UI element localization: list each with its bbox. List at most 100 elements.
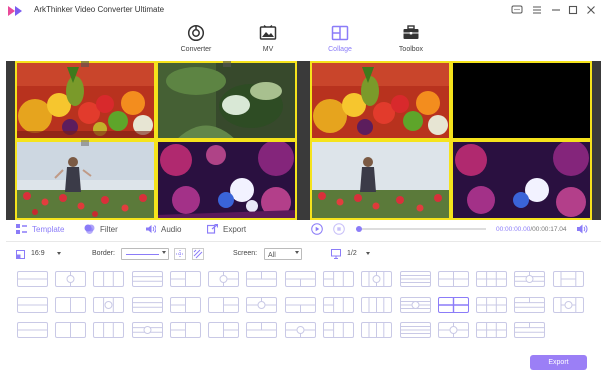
template-thumbnail[interactable] — [400, 297, 431, 313]
template-layout-icon — [515, 272, 544, 283]
cell-handle-icon[interactable] — [81, 140, 89, 146]
screen-select[interactable]: All — [264, 248, 302, 260]
time-current: 00:00:00.00 — [496, 226, 531, 233]
nav-collage[interactable]: Collage — [310, 24, 370, 60]
template-layout-icon — [70, 323, 71, 337]
template-thumbnail[interactable] — [132, 271, 163, 287]
cell-handle-icon[interactable] — [223, 61, 231, 67]
template-layout-icon — [401, 301, 430, 309]
template-thumbnail[interactable] — [170, 297, 201, 313]
border-select[interactable] — [121, 248, 169, 260]
template-layout-icon — [515, 323, 544, 333]
template-thumbnail[interactable] — [170, 271, 201, 287]
minimize-icon[interactable] — [549, 3, 563, 17]
template-thumbnail[interactable] — [17, 271, 48, 287]
maximize-icon[interactable] — [566, 3, 580, 17]
template-layout-icon — [515, 298, 544, 308]
collage-icon — [331, 25, 349, 41]
template-thumbnail[interactable] — [285, 297, 316, 313]
template-thumbnail[interactable] — [246, 322, 277, 338]
template-layout-icon — [66, 272, 75, 286]
template-thumbnail[interactable] — [285, 322, 316, 338]
border-pattern-icon[interactable] — [192, 248, 204, 260]
template-layout-icon — [247, 298, 276, 309]
progress-track[interactable] — [356, 226, 486, 232]
template-thumbnail[interactable] — [323, 322, 354, 338]
template-thumbnail[interactable] — [208, 271, 239, 287]
tool-divider — [6, 241, 601, 242]
feedback-icon[interactable] — [510, 3, 524, 17]
collage-cell-leaf[interactable] — [156, 61, 297, 140]
stop-icon[interactable] — [333, 223, 345, 235]
collage-cell-fantasy[interactable] — [156, 140, 297, 220]
collage-cell-fruit[interactable] — [15, 61, 156, 140]
template-thumbnail[interactable] — [93, 297, 124, 313]
template-thumbnail[interactable] — [476, 271, 507, 287]
template-thumbnail[interactable] — [55, 271, 86, 287]
template-thumbnail[interactable] — [132, 322, 163, 338]
template-thumbnail[interactable] — [361, 297, 392, 313]
nav-toolbox[interactable]: Toolbox — [381, 24, 441, 60]
audio-icon — [146, 225, 157, 233]
converter-icon — [187, 24, 205, 42]
template-thumbnail[interactable] — [208, 297, 239, 313]
page-caret-icon[interactable] — [366, 252, 370, 255]
export-button[interactable]: Export — [530, 355, 587, 370]
girl-preview-image — [310, 140, 451, 220]
nav-mv[interactable]: MV — [238, 24, 298, 60]
template-layout-icon — [103, 298, 114, 312]
close-icon[interactable] — [584, 3, 598, 17]
template-thumbnail-selected[interactable] — [438, 297, 469, 313]
ratio-value[interactable]: 16:9 — [31, 250, 45, 257]
tab-export[interactable]: Export — [206, 223, 246, 234]
template-thumbnail[interactable] — [361, 322, 392, 338]
template-thumbnail[interactable] — [438, 271, 469, 287]
template-thumbnail[interactable] — [323, 271, 354, 287]
template-thumbnail[interactable] — [246, 271, 277, 287]
template-thumbnail[interactable] — [476, 322, 507, 338]
template-thumbnail[interactable] — [361, 271, 392, 287]
title-bar: ArkThinker Video Converter Ultimate — [0, 0, 606, 22]
template-thumbnail[interactable] — [17, 322, 48, 338]
tab-filter-label: Filter — [100, 225, 118, 234]
template-thumbnail[interactable] — [170, 322, 201, 338]
template-thumbnail[interactable] — [514, 297, 545, 313]
template-thumbnail[interactable] — [246, 297, 277, 313]
template-thumbnail[interactable] — [323, 297, 354, 313]
template-thumbnail[interactable] — [55, 297, 86, 313]
template-thumbnail[interactable] — [285, 271, 316, 287]
template-thumbnail[interactable] — [553, 271, 584, 287]
screen-label: Screen: — [233, 250, 258, 257]
template-thumbnail[interactable] — [93, 322, 124, 338]
tab-template[interactable]: Template — [16, 224, 64, 234]
volume-icon[interactable] — [576, 223, 588, 235]
template-thumbnail[interactable] — [438, 322, 469, 338]
border-style-icon[interactable] — [174, 248, 186, 260]
tab-filter[interactable]: Filter — [84, 224, 118, 234]
template-thumbnail[interactable] — [400, 322, 431, 338]
template-thumbnail[interactable] — [400, 271, 431, 287]
tab-audio[interactable]: Audio — [145, 224, 181, 234]
play-icon[interactable] — [311, 223, 323, 235]
template-thumbnail[interactable] — [553, 297, 584, 313]
template-layout-icon — [133, 326, 162, 334]
progress-knob[interactable] — [356, 226, 362, 232]
collage-cell-girl[interactable] — [15, 140, 156, 220]
template-thumbnail[interactable] — [208, 322, 239, 338]
template-layout-icon — [477, 323, 506, 337]
fantasy-image — [156, 140, 297, 220]
preview-cell-girl — [310, 140, 451, 220]
template-thumbnail[interactable] — [55, 322, 86, 338]
nav-converter[interactable]: Converter — [166, 24, 226, 60]
menu-icon[interactable] — [530, 3, 544, 17]
main-nav: Converter MV Collage Toolbox — [0, 22, 606, 60]
ratio-caret-icon[interactable] — [57, 252, 61, 255]
template-thumbnail[interactable] — [514, 322, 545, 338]
template-thumbnail[interactable] — [514, 271, 545, 287]
aspect-ratio-icon — [16, 250, 25, 259]
cell-handle-icon[interactable] — [81, 61, 89, 67]
template-thumbnail[interactable] — [17, 297, 48, 313]
template-thumbnail[interactable] — [476, 297, 507, 313]
template-thumbnail[interactable] — [132, 297, 163, 313]
template-thumbnail[interactable] — [93, 271, 124, 287]
